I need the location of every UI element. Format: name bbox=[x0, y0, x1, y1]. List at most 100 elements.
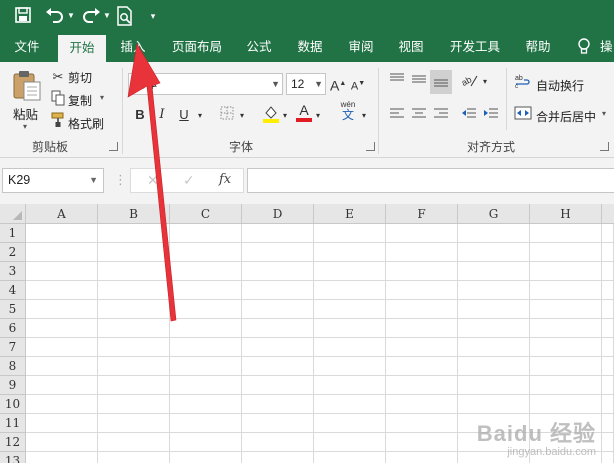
cancel-icon[interactable]: ✕ bbox=[147, 172, 159, 189]
row-header[interactable]: 13 bbox=[0, 452, 26, 463]
tab-file[interactable]: 文件 bbox=[4, 32, 50, 62]
cell[interactable] bbox=[26, 300, 98, 319]
select-all-button[interactable] bbox=[0, 204, 26, 224]
cell[interactable] bbox=[602, 376, 614, 395]
cell[interactable] bbox=[26, 433, 98, 452]
cell[interactable] bbox=[26, 376, 98, 395]
cell[interactable] bbox=[26, 395, 98, 414]
cell[interactable] bbox=[98, 243, 170, 262]
cell[interactable] bbox=[530, 395, 602, 414]
row-header[interactable]: 4 bbox=[0, 281, 26, 300]
column-header-b[interactable]: B bbox=[98, 204, 170, 224]
cell[interactable] bbox=[242, 357, 314, 376]
cell[interactable] bbox=[602, 224, 614, 243]
cell[interactable] bbox=[386, 452, 458, 463]
cell[interactable] bbox=[602, 281, 614, 300]
font-launcher-icon[interactable] bbox=[366, 142, 375, 151]
cell[interactable] bbox=[530, 338, 602, 357]
cell[interactable] bbox=[170, 262, 242, 281]
column-header-a[interactable]: A bbox=[26, 204, 98, 224]
cell[interactable] bbox=[386, 433, 458, 452]
wrap-text-icon[interactable]: ab c bbox=[514, 73, 532, 94]
cell[interactable] bbox=[242, 376, 314, 395]
cell[interactable] bbox=[98, 319, 170, 338]
cell[interactable] bbox=[314, 224, 386, 243]
cell[interactable] bbox=[26, 414, 98, 433]
cell[interactable] bbox=[242, 414, 314, 433]
merge-dropdown-icon[interactable]: ▾ bbox=[602, 109, 606, 118]
column-header-d[interactable]: D bbox=[242, 204, 314, 224]
cell[interactable] bbox=[530, 319, 602, 338]
cell[interactable] bbox=[386, 414, 458, 433]
row-header[interactable]: 5 bbox=[0, 300, 26, 319]
cell[interactable] bbox=[530, 300, 602, 319]
column-header-c[interactable]: C bbox=[170, 204, 242, 224]
cell[interactable] bbox=[314, 433, 386, 452]
lightbulb-icon[interactable] bbox=[574, 32, 594, 62]
cell[interactable] bbox=[170, 433, 242, 452]
cell[interactable] bbox=[242, 452, 314, 463]
cell[interactable] bbox=[458, 262, 530, 281]
column-header-h[interactable]: H bbox=[530, 204, 602, 224]
cell[interactable] bbox=[602, 433, 614, 452]
row-header[interactable]: 11 bbox=[0, 414, 26, 433]
cell[interactable] bbox=[26, 319, 98, 338]
align-center-icon[interactable] bbox=[410, 106, 428, 124]
cell[interactable] bbox=[170, 414, 242, 433]
increase-indent-icon[interactable] bbox=[482, 106, 500, 124]
format-painter-icon[interactable] bbox=[50, 112, 66, 133]
cell[interactable] bbox=[26, 243, 98, 262]
bold-button[interactable]: B bbox=[133, 106, 147, 124]
font-size-combo[interactable]: 12 ▼ bbox=[286, 73, 326, 95]
phonetic-dropdown-icon[interactable]: ▾ bbox=[360, 107, 368, 125]
cell[interactable] bbox=[98, 224, 170, 243]
cell[interactable] bbox=[98, 300, 170, 319]
cell[interactable] bbox=[386, 338, 458, 357]
cell[interactable] bbox=[170, 300, 242, 319]
cell[interactable] bbox=[98, 414, 170, 433]
cell[interactable] bbox=[98, 433, 170, 452]
cell[interactable] bbox=[314, 338, 386, 357]
cell[interactable] bbox=[314, 262, 386, 281]
cell[interactable] bbox=[26, 224, 98, 243]
cell[interactable] bbox=[458, 300, 530, 319]
cell[interactable] bbox=[530, 262, 602, 281]
tab-insert[interactable]: 插入 bbox=[112, 32, 154, 62]
cell[interactable] bbox=[386, 376, 458, 395]
cell[interactable] bbox=[26, 357, 98, 376]
italic-button[interactable]: I bbox=[155, 106, 169, 124]
cell[interactable] bbox=[386, 224, 458, 243]
cell[interactable] bbox=[602, 319, 614, 338]
row-header[interactable]: 6 bbox=[0, 319, 26, 338]
formula-input[interactable] bbox=[247, 168, 614, 193]
cell[interactable] bbox=[530, 376, 602, 395]
cell[interactable] bbox=[602, 452, 614, 463]
paste-dropdown-icon[interactable]: ▾ bbox=[23, 122, 27, 131]
scissors-icon[interactable]: ✂ bbox=[50, 68, 66, 86]
row-header[interactable]: 3 bbox=[0, 262, 26, 281]
paste-button[interactable]: 粘贴 bbox=[13, 104, 38, 123]
cell[interactable] bbox=[530, 243, 602, 262]
cell[interactable] bbox=[386, 357, 458, 376]
cell[interactable] bbox=[458, 376, 530, 395]
cell[interactable] bbox=[242, 243, 314, 262]
fill-color-icon[interactable] bbox=[262, 104, 280, 129]
cell[interactable] bbox=[242, 262, 314, 281]
chevron-down-icon[interactable]: ▼ bbox=[89, 169, 98, 192]
row-header[interactable]: 9 bbox=[0, 376, 26, 395]
underline-button[interactable]: U bbox=[177, 106, 191, 124]
cell[interactable] bbox=[530, 224, 602, 243]
paste-icon[interactable] bbox=[10, 68, 44, 102]
grow-font-icon[interactable]: A▲ bbox=[330, 75, 346, 95]
name-box[interactable]: K29 ▼ bbox=[2, 168, 104, 193]
cell[interactable] bbox=[386, 262, 458, 281]
copy-icon[interactable] bbox=[50, 90, 66, 111]
fill-color-dropdown-icon[interactable]: ▾ bbox=[281, 107, 289, 125]
cell[interactable] bbox=[314, 319, 386, 338]
cell[interactable] bbox=[98, 338, 170, 357]
cell[interactable] bbox=[170, 281, 242, 300]
borders-icon[interactable] bbox=[219, 106, 235, 125]
cell[interactable] bbox=[242, 300, 314, 319]
cell[interactable] bbox=[314, 281, 386, 300]
column-header-partial[interactable] bbox=[602, 204, 614, 224]
